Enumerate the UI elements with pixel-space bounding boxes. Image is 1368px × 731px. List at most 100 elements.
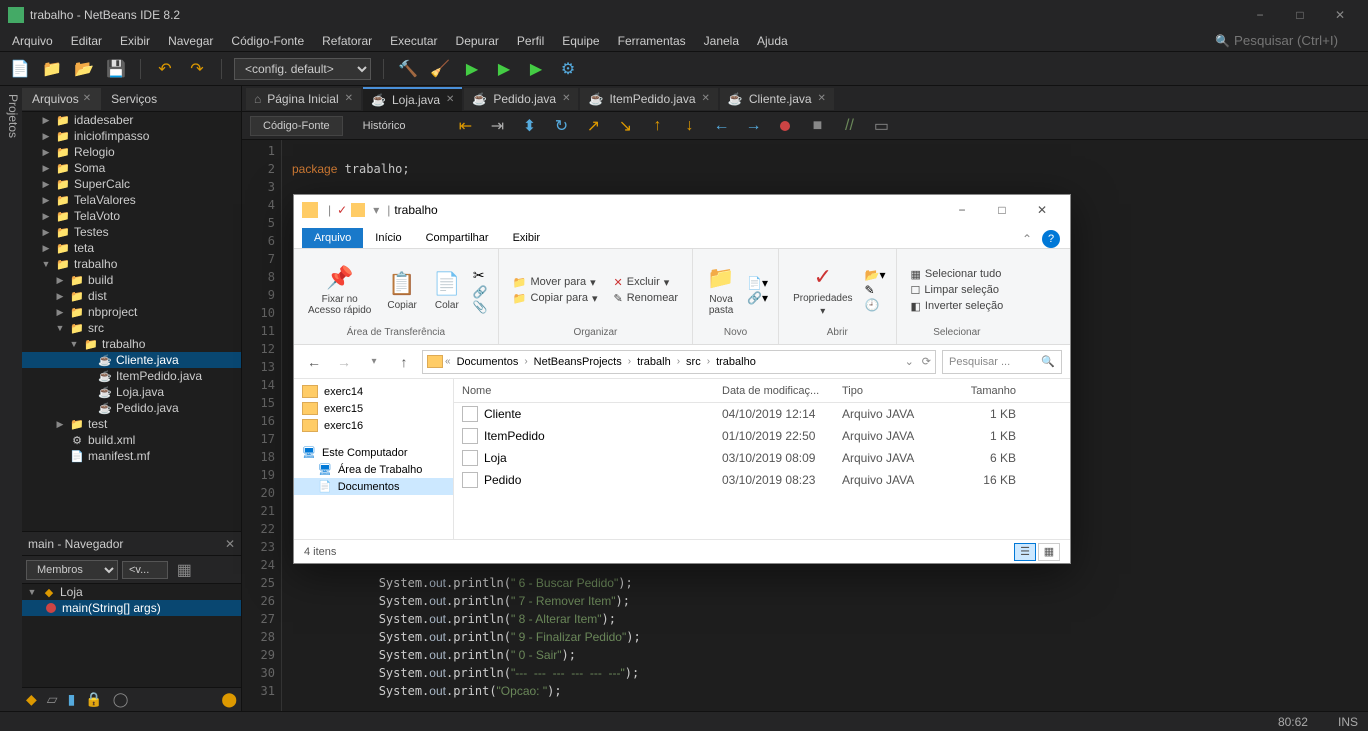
minimize-button[interactable]: −: [1240, 0, 1280, 30]
paste-button[interactable]: 📄Colar: [429, 268, 465, 313]
editor-tab[interactable]: ⌂Página Inicial✕: [246, 88, 361, 110]
close-icon[interactable]: ✕: [562, 93, 570, 104]
menu-ferramentas[interactable]: Ferramentas: [610, 32, 694, 50]
file-row[interactable]: Pedido03/10/2019 08:23Arquivo JAVA16 KB: [454, 469, 1070, 491]
tree-node[interactable]: ☕Cliente.java: [22, 352, 241, 368]
cut-icon[interactable]: ✂: [473, 267, 488, 284]
menu-equipe[interactable]: Equipe: [554, 32, 607, 50]
arrow-icon[interactable]: ↓: [677, 114, 701, 138]
rename-button[interactable]: ✎Renomear: [610, 291, 683, 306]
breadcrumb-seg[interactable]: src: [682, 356, 705, 368]
twisty-icon[interactable]: ▶: [40, 243, 52, 254]
nav-history-button[interactable]: ▾: [362, 350, 386, 374]
twisty-icon[interactable]: ▼: [68, 339, 80, 349]
stop-icon[interactable]: ■: [805, 114, 829, 138]
profile-icon[interactable]: ▶: [524, 57, 548, 81]
move-to-button[interactable]: 📁Mover para ▾: [509, 275, 602, 290]
clear-selection-button[interactable]: ☐Limpar seleção: [907, 283, 1008, 298]
tree-node[interactable]: ▶📁build: [22, 272, 241, 288]
tree-node[interactable]: ▶📁SuperCalc: [22, 176, 241, 192]
twisty-icon[interactable]: ▶: [40, 147, 52, 158]
dropdown-icon[interactable]: ▾: [373, 203, 379, 217]
arrow-icon[interactable]: →: [741, 114, 765, 138]
twisty-icon[interactable]: ▶: [40, 115, 52, 126]
sidebar-item[interactable]: exerc15: [294, 400, 453, 417]
sidebar-item[interactable]: exerc16: [294, 417, 453, 434]
tab-arquivos[interactable]: Arquivos✕: [22, 88, 101, 110]
nav-back-button[interactable]: ←: [302, 350, 326, 374]
view-icon[interactable]: ▦: [172, 558, 196, 582]
col-name[interactable]: Nome: [454, 385, 714, 397]
shortcut-icon[interactable]: 📎: [473, 300, 488, 314]
settings-icon[interactable]: ⚙: [556, 57, 580, 81]
tab-servicos[interactable]: Serviços: [101, 88, 167, 110]
nav-forward-button[interactable]: →: [332, 350, 356, 374]
history-icon[interactable]: 🕘: [865, 298, 886, 312]
tree-node[interactable]: ▶📁TelaValores: [22, 192, 241, 208]
edit-icon[interactable]: ✎: [865, 283, 886, 297]
nav-back-icon[interactable]: ⇤: [453, 114, 477, 138]
collapse-icon[interactable]: ⌃: [1022, 232, 1032, 246]
filter-icon[interactable]: ◯: [113, 691, 129, 708]
editor-tab[interactable]: ☕ItemPedido.java✕: [580, 88, 717, 110]
go-to-icon[interactable]: ↗: [581, 114, 605, 138]
collapse-icon[interactable]: ▼: [26, 587, 38, 597]
sidebar-item[interactable]: exerc14: [294, 383, 453, 400]
search-box[interactable]: Pesquisar ... 🔍: [942, 350, 1062, 374]
filter-icon[interactable]: ⬤: [221, 691, 237, 708]
menu-codigo-fonte[interactable]: Código-Fonte: [223, 32, 312, 50]
menu-janela[interactable]: Janela: [696, 32, 747, 50]
tree-node[interactable]: ▶📁Testes: [22, 224, 241, 240]
members-select[interactable]: Membros: [26, 560, 118, 580]
twisty-icon[interactable]: ▶: [40, 195, 52, 206]
twisty-icon[interactable]: ▶: [54, 307, 66, 318]
tree-node[interactable]: ▼📁trabalho: [22, 256, 241, 272]
diff-icon[interactable]: ⬍: [517, 114, 541, 138]
tab-compartilhar[interactable]: Compartilhar: [414, 228, 501, 248]
filter-icon[interactable]: 🔒: [85, 691, 102, 708]
open-icon[interactable]: 📂: [72, 57, 96, 81]
tree-node[interactable]: ☕ItemPedido.java: [22, 368, 241, 384]
tree-node[interactable]: ▶📁test: [22, 416, 241, 432]
filter-icon[interactable]: ▮: [68, 691, 76, 708]
breadcrumb-seg[interactable]: NetBeansProjects: [530, 356, 626, 368]
undo-icon[interactable]: ↶: [153, 57, 177, 81]
close-icon[interactable]: ✕: [446, 94, 454, 105]
close-icon[interactable]: ✕: [345, 93, 353, 104]
address-bar[interactable]: « Documentos› NetBeansProjects› trabalh›…: [422, 350, 936, 374]
editor-tab[interactable]: ☕Pedido.java✕: [464, 88, 578, 110]
tab-exibir[interactable]: Exibir: [501, 228, 553, 248]
twisty-icon[interactable]: ▶: [54, 275, 66, 286]
maximize-button[interactable]: □: [1280, 0, 1320, 30]
dropdown-icon[interactable]: ⌄: [905, 355, 914, 368]
details-view-button[interactable]: ☰: [1014, 543, 1036, 561]
close-icon[interactable]: ✕: [225, 537, 235, 551]
sidebar-item[interactable]: 🖥Este Computador: [294, 444, 453, 461]
twisty-icon[interactable]: ▶: [54, 419, 66, 430]
menu-navegar[interactable]: Navegar: [160, 32, 221, 50]
record-icon[interactable]: [773, 114, 797, 138]
tree-node[interactable]: ▶📁Soma: [22, 160, 241, 176]
tree-node[interactable]: ☕Pedido.java: [22, 400, 241, 416]
run-icon[interactable]: ▶: [460, 57, 484, 81]
menu-refatorar[interactable]: Refatorar: [314, 32, 380, 50]
tree-node[interactable]: ▶📁iniciofimpasso: [22, 128, 241, 144]
bookmark-icon[interactable]: ▭: [869, 114, 893, 138]
minimize-button[interactable]: −: [942, 196, 982, 224]
twisty-icon[interactable]: ▶: [40, 163, 52, 174]
tree-node[interactable]: ▶📁teta: [22, 240, 241, 256]
icons-view-button[interactable]: ▦: [1038, 543, 1060, 561]
twisty-icon[interactable]: ▼: [54, 323, 66, 333]
close-icon[interactable]: ✕: [702, 93, 710, 104]
config-select[interactable]: <config. default>: [234, 58, 371, 80]
easy-access-icon[interactable]: 🔗▾: [747, 291, 768, 305]
menu-perfil[interactable]: Perfil: [509, 32, 552, 50]
class-node[interactable]: ▼ ◆ Loja: [22, 584, 241, 600]
tree-node[interactable]: ▶📁Relogio: [22, 144, 241, 160]
tree-node[interactable]: ▶📁nbproject: [22, 304, 241, 320]
file-row[interactable]: ItemPedido01/10/2019 22:50Arquivo JAVA1 …: [454, 425, 1070, 447]
close-button[interactable]: ✕: [1320, 0, 1360, 30]
delete-button[interactable]: ✕Excluir ▾: [610, 275, 683, 290]
copypath-icon[interactable]: 🔗: [473, 285, 488, 299]
tab-arquivo[interactable]: Arquivo: [302, 228, 363, 248]
